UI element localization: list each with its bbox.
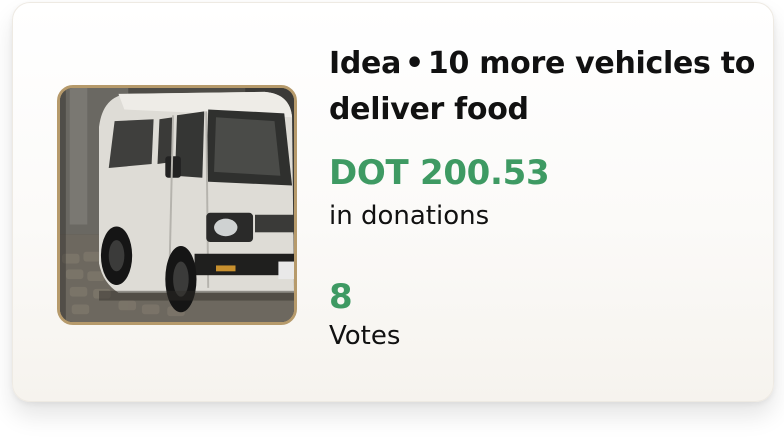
separator-dot: • [405,46,424,81]
category-label: Idea [329,46,402,81]
votes-label: Votes [329,321,401,351]
vehicle-thumbnail [57,85,297,325]
donation-label: in donations [329,201,490,231]
donation-amount: DOT 200.53 [329,153,550,193]
vote-count: 8 [329,277,353,317]
proposal-title: Idea • 10 more vehicles to deliver food [329,41,759,133]
proposal-card[interactable]: Idea • 10 more vehicles to deliver food DO… [12,2,774,402]
